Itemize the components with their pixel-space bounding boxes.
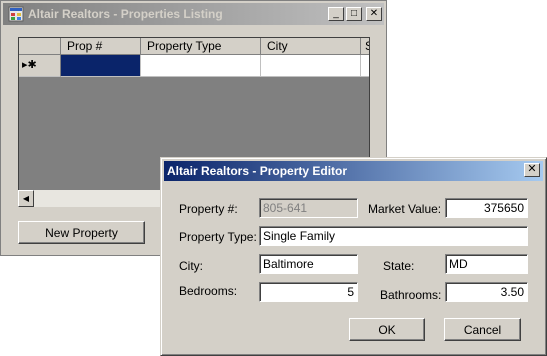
table-row[interactable]: ▸✱ <box>19 55 369 77</box>
property-number-label: Property #: <box>179 202 238 216</box>
cell-prop-number[interactable] <box>61 55 141 77</box>
bedrooms-label: Bedrooms: <box>179 284 238 298</box>
minimize-button[interactable]: _ <box>328 7 344 21</box>
state-field[interactable]: MD <box>445 254 528 274</box>
app-icon <box>8 6 24 22</box>
scroll-left-icon[interactable]: ◀ <box>18 190 34 207</box>
maximize-button[interactable]: □ <box>346 7 362 21</box>
bedrooms-field[interactable]: 5 <box>259 282 358 302</box>
city-field[interactable]: Baltimore <box>259 254 358 274</box>
column-header-state[interactable]: S <box>361 38 369 55</box>
horizontal-scrollbar[interactable]: ◀ <box>18 190 165 207</box>
city-label: City: <box>179 259 203 273</box>
dialog-title: Altair Realtors - Property Editor <box>167 164 348 178</box>
bathrooms-field[interactable]: 3.50 <box>445 282 528 302</box>
property-type-label: Property Type: <box>179 230 257 244</box>
cancel-button[interactable]: Cancel <box>444 318 521 341</box>
market-value-field[interactable]: 375650 <box>445 198 528 218</box>
title-bar[interactable]: Altair Realtors - Properties Listing _ □… <box>3 3 384 25</box>
property-number-field: 805-641 <box>259 198 358 218</box>
bathrooms-label: Bathrooms: <box>380 288 442 302</box>
column-header-city[interactable]: City <box>261 38 361 55</box>
grid-header: Prop # Property Type City S <box>19 38 369 55</box>
dialog-title-bar[interactable]: Altair Realtors - Property Editor ✕ <box>164 161 543 181</box>
column-header-property-type[interactable]: Property Type <box>141 38 261 55</box>
close-button[interactable]: ✕ <box>366 7 382 21</box>
window-title: Altair Realtors - Properties Listing <box>28 7 223 21</box>
market-value-label: Market Value: <box>368 202 442 216</box>
new-property-button[interactable]: New Property <box>18 221 145 244</box>
state-label: State: <box>383 259 415 273</box>
cell-city[interactable] <box>261 55 361 77</box>
grid-corner-header[interactable] <box>19 38 61 55</box>
cell-property-type[interactable] <box>141 55 261 77</box>
property-editor-dialog: Altair Realtors - Property Editor ✕ Prop… <box>160 157 547 356</box>
cell-state[interactable] <box>361 55 369 77</box>
column-header-prop-number[interactable]: Prop # <box>61 38 141 55</box>
new-row-indicator-icon: ▸✱ <box>22 59 37 71</box>
property-type-field[interactable]: Single Family <box>259 226 528 246</box>
dialog-close-button[interactable]: ✕ <box>524 163 540 177</box>
ok-button[interactable]: OK <box>349 318 425 341</box>
row-header[interactable]: ▸✱ <box>19 55 61 77</box>
